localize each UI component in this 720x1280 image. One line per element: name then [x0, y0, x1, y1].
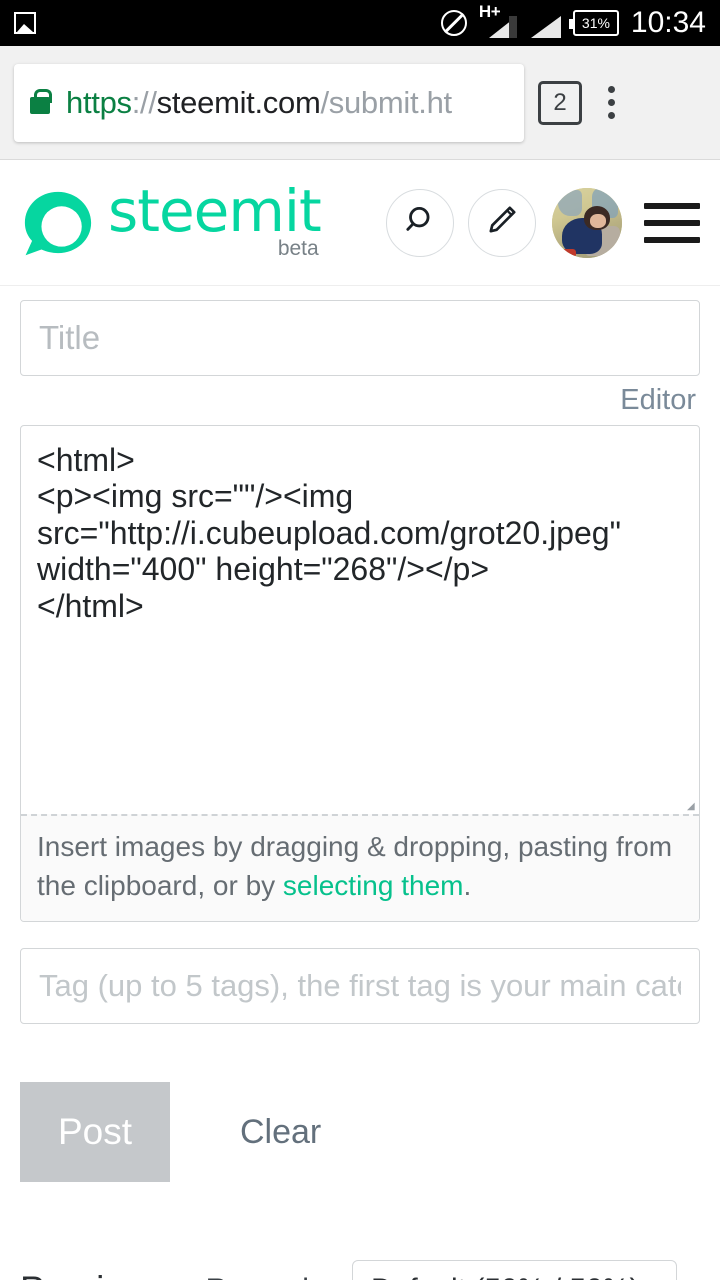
url-path: /submit.ht [320, 84, 452, 120]
hamburger-line [644, 236, 700, 243]
select-images-link[interactable]: selecting them [283, 870, 464, 901]
tab-count-label: 2 [553, 88, 567, 116]
title-input[interactable] [20, 300, 700, 376]
resize-handle-icon[interactable]: ◢ [687, 802, 697, 812]
avatar-graffiti [558, 189, 582, 216]
kebab-menu-icon[interactable] [596, 86, 626, 119]
steemit-wordmark-wrap: steemit beta [108, 176, 322, 262]
form-actions: Post Clear [20, 1082, 700, 1183]
status-bar-left [14, 12, 36, 34]
battery-level-label: 31% [581, 15, 610, 31]
tab-switcher-button[interactable]: 2 [538, 80, 582, 125]
battery-icon: 31% [568, 10, 619, 36]
new-post-button[interactable] [468, 188, 536, 257]
rewards-selected-value: Default (50% / 50%) [371, 1273, 639, 1280]
url-text: https://steemit.com/submit.ht [66, 85, 452, 121]
address-bar[interactable]: https://steemit.com/submit.ht [14, 63, 524, 142]
post-button[interactable]: Post [20, 1082, 170, 1183]
steemit-logo-icon [22, 189, 94, 261]
tags-input[interactable] [20, 948, 700, 1025]
lock-icon [30, 88, 52, 114]
steemit-header: steemit beta [0, 160, 720, 286]
signal-bars-icon-secondary [529, 8, 561, 38]
kebab-dot [607, 112, 615, 119]
hamburger-line [644, 219, 700, 226]
android-status-bar: H+ 31% 10:34 [0, 0, 720, 46]
preview-title: Preview [20, 1269, 152, 1280]
status-bar-right: H+ 31% 10:34 [440, 2, 706, 40]
avatar[interactable] [552, 187, 622, 258]
browser-toolbar: https://steemit.com/submit.ht 2 [0, 46, 720, 160]
do-not-disturb-icon [440, 10, 467, 36]
rewards-select[interactable]: Default (50% / 50%) [351, 1260, 677, 1280]
clock-label: 10:34 [630, 6, 706, 39]
editor-toggle-row: Editor [20, 376, 700, 425]
search-button[interactable] [386, 188, 454, 257]
submit-post-form: Editor <html> <p><img src=""/><img src="… [0, 286, 720, 1280]
avatar-person-shoe [560, 248, 576, 257]
steemit-wordmark: steemit [108, 176, 322, 245]
post-body-editor: <html> <p><img src=""/><img src="http://… [20, 425, 700, 923]
image-icon [14, 12, 36, 34]
preview-header-row: Preview Rewards Default (50% / 50%) [20, 1260, 700, 1280]
url-host: steemit.com [156, 84, 321, 120]
steemit-logo-link[interactable]: steemit beta [22, 176, 322, 262]
url-separator: :// [131, 84, 157, 120]
url-scheme: https [66, 84, 132, 120]
hamburger-menu-icon[interactable] [644, 202, 700, 243]
kebab-dot [607, 86, 615, 93]
hamburger-line [644, 202, 700, 209]
signal-bars-icon: H+ [479, 2, 517, 38]
image-drop-hint: Insert images by dragging & dropping, pa… [21, 814, 699, 922]
search-icon [403, 203, 437, 242]
pencil-icon [485, 203, 519, 242]
beta-label: beta [277, 237, 319, 261]
kebab-dot [607, 99, 615, 106]
editor-toggle-link[interactable]: Editor [620, 384, 696, 417]
drop-hint-text-after: . [463, 869, 472, 901]
avatar-person-face [590, 213, 606, 228]
signal-triangle [530, 16, 561, 38]
signal-mask [508, 16, 517, 38]
clear-button[interactable]: Clear [240, 1113, 321, 1152]
post-body-textarea[interactable]: <html> <p><img src=""/><img src="http://… [21, 426, 699, 814]
rewards-label: Rewards [206, 1273, 324, 1280]
